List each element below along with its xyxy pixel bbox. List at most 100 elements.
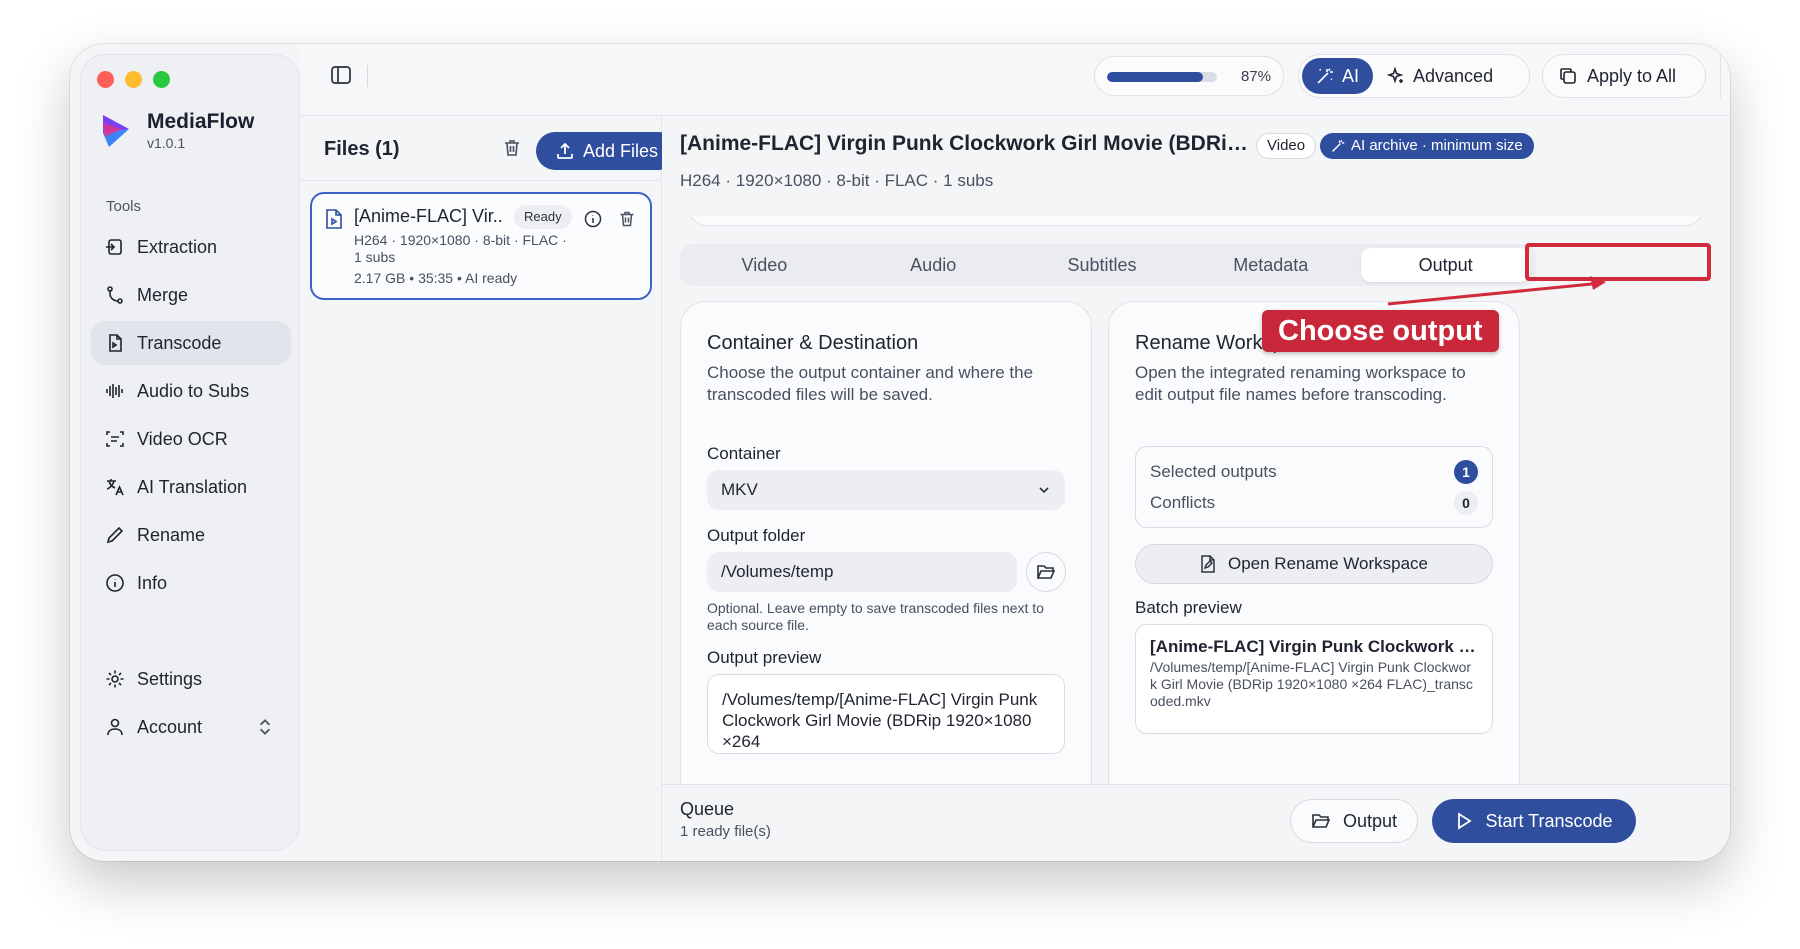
- sidebar-item-audio-to-subs[interactable]: Audio to Subs: [91, 369, 291, 413]
- sidebar-toggle-icon[interactable]: [330, 64, 352, 86]
- app-version: v1.0.1: [147, 135, 186, 151]
- tab-subtitles[interactable]: Subtitles: [1018, 244, 1187, 286]
- advanced-mode-button[interactable]: Advanced: [1373, 58, 1507, 94]
- card-description: Choose the output container and where th…: [707, 363, 1034, 404]
- tab-output[interactable]: Output: [1361, 248, 1530, 282]
- conflicts-row: Conflicts 0: [1150, 491, 1478, 515]
- sidebar-bottom-nav: Settings Account: [91, 657, 291, 753]
- batch-file-name: [Anime-FLAC] Virgin Punk Clockwork Girl …: [1150, 637, 1478, 656]
- media-summary: H264 · 1920×1080 · 8-bit · FLAC · 1 subs: [680, 171, 994, 190]
- open-output-button[interactable]: Output: [1290, 799, 1418, 843]
- bullet-separator: •: [409, 270, 419, 286]
- browse-folder-button[interactable]: [1026, 552, 1066, 592]
- sidebar-item-label: Extraction: [137, 236, 218, 257]
- output-folder-input[interactable]: [707, 552, 1017, 592]
- output-preview-label: Output preview: [707, 648, 822, 667]
- open-output-label: Output: [1342, 810, 1398, 831]
- sparkles-icon: [1387, 67, 1404, 84]
- ai-mode-label: AI: [1342, 65, 1360, 86]
- sidebar-item-label: Settings: [137, 668, 203, 689]
- bullet-separator: •: [457, 270, 466, 286]
- sidebar-item-label: Account: [137, 716, 203, 737]
- queue-title: Queue: [680, 799, 735, 819]
- sidebar-item-label: Transcode: [137, 332, 222, 353]
- start-transcode-button[interactable]: Start Transcode: [1432, 799, 1636, 843]
- toolbar-divider: [367, 65, 368, 87]
- ai-mode-button[interactable]: AI: [1302, 58, 1374, 94]
- status-badge: Ready: [514, 205, 572, 229]
- container-destination-card: Container & Destination Choose the outpu…: [680, 301, 1092, 790]
- selected-outputs-label: Selected outputs: [1150, 462, 1277, 481]
- sidebar-item-label: Rename: [137, 524, 206, 545]
- extract-icon: [106, 239, 122, 255]
- batch-preview-box: [Anime-FLAC] Virgin Punk Clockwork Girl …: [1135, 624, 1493, 734]
- sidebar-item-video-ocr[interactable]: Video OCR: [91, 417, 291, 461]
- add-files-label: Add Files: [582, 140, 659, 161]
- conflicts-label: Conflicts: [1150, 493, 1216, 512]
- info-icon: [106, 574, 124, 592]
- selected-outputs-count: 1: [1454, 460, 1478, 484]
- sidebar-item-ai-translation[interactable]: AI Translation: [91, 465, 291, 509]
- toolbar: 87% AI Advanced Apply to All: [300, 44, 1730, 116]
- settings-scroll-area[interactable]: Video Audio Subtitles Metadata Output Co…: [662, 216, 1730, 790]
- apply-to-all-button[interactable]: Apply to All: [1542, 54, 1706, 98]
- app-window: MediaFlow v1.0.1 Tools Extraction Merge …: [70, 44, 1730, 861]
- sidebar-item-account[interactable]: Account: [91, 705, 291, 749]
- advanced-mode-label: Advanced: [1413, 65, 1494, 86]
- minimize-window-button[interactable]: [125, 71, 142, 88]
- sidebar-item-label: Video OCR: [137, 428, 228, 449]
- window-controls: [97, 71, 170, 88]
- chevron-down-icon: [1039, 487, 1049, 494]
- close-window-button[interactable]: [97, 71, 114, 88]
- sidebar-item-rename[interactable]: Rename: [91, 513, 291, 557]
- folder-open-icon: [1311, 814, 1331, 828]
- add-files-button[interactable]: Add Files: [536, 132, 678, 170]
- tab-metadata[interactable]: Metadata: [1186, 244, 1355, 286]
- output-folder-label: Output folder: [707, 526, 806, 545]
- tab-video[interactable]: Video: [680, 244, 849, 286]
- sidebar-item-settings[interactable]: Settings: [91, 657, 291, 701]
- batch-file-path: /Volumes/temp/[Anime-FLAC] Virgin Punk C…: [1150, 659, 1473, 709]
- sidebar-item-label: Merge: [137, 284, 189, 305]
- tools-section-label: Tools: [106, 198, 142, 215]
- remove-file-trash-icon[interactable]: [618, 210, 636, 228]
- sidebar-item-extraction[interactable]: Extraction: [91, 225, 291, 269]
- progress-label: 87%: [1240, 68, 1271, 85]
- files-title: Files (1): [324, 138, 400, 160]
- file-list-item[interactable]: [Anime-FLAC] Vir... Ready H264 · 1920×10…: [310, 192, 652, 300]
- app-logo-icon: [103, 114, 129, 147]
- output-folder-hint: Optional. Leave empty to save transcoded…: [707, 600, 1044, 633]
- sidebar-item-label: Audio to Subs: [137, 380, 250, 401]
- file-stats: 2.17 GB • 35:35 • AI ready: [354, 270, 517, 286]
- card-title: Container & Destination: [707, 332, 919, 354]
- sidebar-item-info[interactable]: Info: [91, 561, 291, 605]
- settings-tabs: Video Audio Subtitles Metadata Output: [680, 244, 1536, 286]
- queue-footer: Queue 1 ready file(s) Output Start Trans…: [662, 784, 1730, 861]
- upload-icon: [557, 142, 573, 159]
- sidebar-item-transcode[interactable]: Transcode: [91, 321, 291, 365]
- clear-files-trash-icon[interactable]: [502, 138, 522, 158]
- file-ai-status: AI ready: [465, 270, 518, 286]
- chevron-up-down-icon: [259, 719, 271, 735]
- file-info-icon[interactable]: [584, 210, 602, 228]
- file-size: 2.17 GB: [354, 270, 406, 286]
- file-duration: 35:35: [418, 270, 454, 286]
- open-rename-workspace-button[interactable]: Open Rename Workspace: [1135, 544, 1493, 584]
- gear-icon: [106, 670, 124, 688]
- rename-stats: Selected outputs 1 Conflicts 0: [1135, 446, 1493, 528]
- output-preview-value: /Volumes/temp/[Anime-FLAC] Virgin Punk C…: [707, 674, 1065, 754]
- magic-wand-icon: [1317, 68, 1333, 84]
- progress-fill: [1107, 72, 1203, 82]
- page-title: [Anime-FLAC] Virgin Punk Clockwork Girl …: [680, 132, 1250, 155]
- zoom-window-button[interactable]: [153, 71, 170, 88]
- tab-audio[interactable]: Audio: [849, 244, 1018, 286]
- video-file-icon: [326, 209, 342, 229]
- sidebar-item-merge[interactable]: Merge: [91, 273, 291, 317]
- apply-to-all-label: Apply to All: [1587, 65, 1677, 86]
- selected-outputs-row: Selected outputs 1: [1150, 460, 1478, 484]
- batch-preview-label: Batch preview: [1135, 598, 1242, 617]
- container-select[interactable]: MKV: [707, 470, 1065, 510]
- sidebar-nav: Extraction Merge Transcode Audio to Subs…: [91, 225, 291, 609]
- main-panel: [Anime-FLAC] Virgin Punk Clockwork Girl …: [662, 116, 1730, 861]
- folder-open-icon: [1036, 565, 1056, 579]
